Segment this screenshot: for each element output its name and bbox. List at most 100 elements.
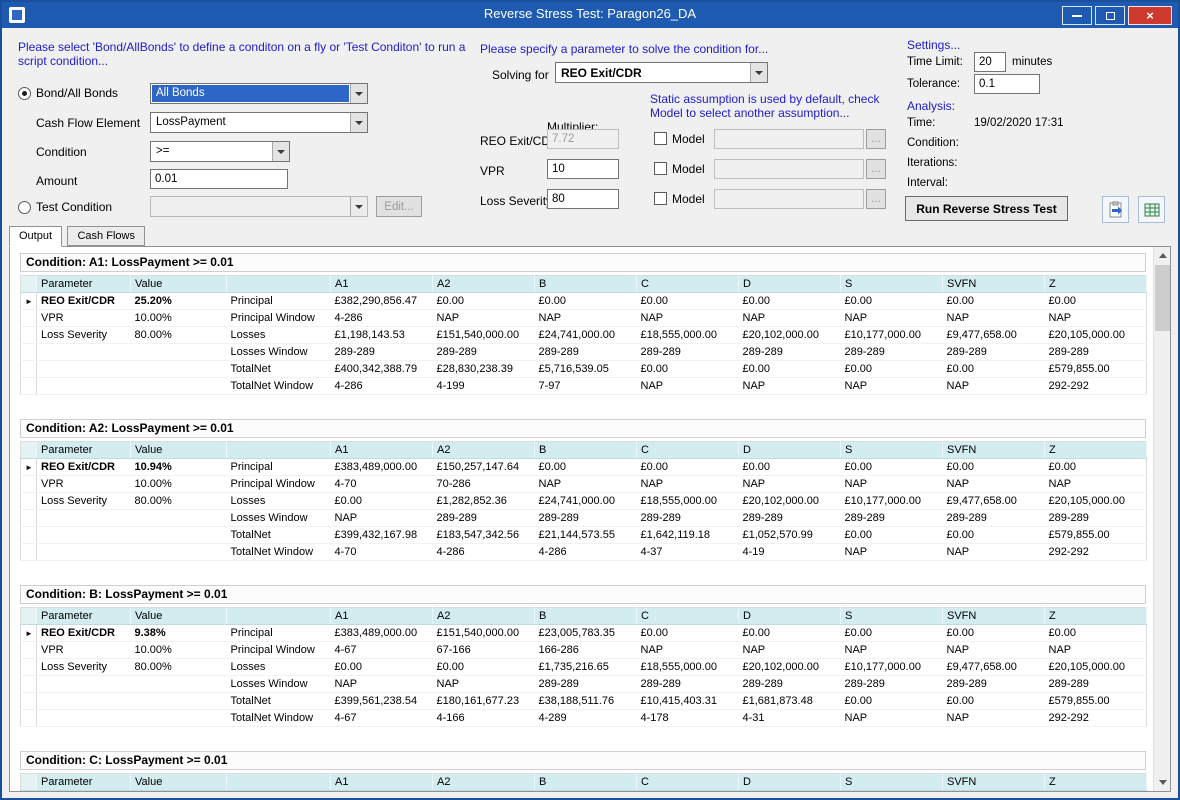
value-cell[interactable]: NAP <box>331 510 433 527</box>
row-selector[interactable] <box>21 693 37 710</box>
vpr-input[interactable] <box>547 159 619 179</box>
scrollbar-thumb[interactable] <box>1155 265 1170 331</box>
parameter-value-cell[interactable] <box>131 361 227 378</box>
parameter-name-cell[interactable] <box>37 510 131 527</box>
value-cell[interactable]: £0.00 <box>841 361 943 378</box>
value-cell[interactable]: 289-289 <box>331 344 433 361</box>
vertical-scrollbar[interactable] <box>1153 247 1170 791</box>
value-cell[interactable]: £383,489,000.00 <box>331 459 433 476</box>
value-cell[interactable]: 289-289 <box>943 676 1045 693</box>
row-selector[interactable] <box>21 361 37 378</box>
row-selector[interactable] <box>21 544 37 561</box>
column-header[interactable]: SVFN <box>943 276 1045 293</box>
parameter-value-cell[interactable] <box>131 527 227 544</box>
value-cell[interactable]: £399,432,167.98 <box>331 527 433 544</box>
row-selector[interactable]: ► <box>21 625 37 642</box>
column-header[interactable]: Value <box>131 442 227 459</box>
parameter-name-cell[interactable]: REO Exit/CDR <box>37 459 131 476</box>
value-cell[interactable]: £20,102,000.00 <box>739 659 841 676</box>
minimize-button[interactable] <box>1062 6 1092 25</box>
table-row[interactable]: VPR10.00%Principal Window4-6767-166166-2… <box>21 642 1147 659</box>
value-cell[interactable]: £9,477,658.00 <box>943 327 1045 344</box>
parameter-value-cell[interactable]: 80.00% <box>131 659 227 676</box>
settings-link[interactable]: Settings... <box>907 38 960 52</box>
table-row[interactable]: TotalNet Window4-704-2864-2864-374-19NAP… <box>21 544 1147 561</box>
parameter-value-cell[interactable] <box>131 693 227 710</box>
value-cell[interactable]: NAP <box>739 378 841 395</box>
value-cell[interactable]: £21,144,573.55 <box>535 527 637 544</box>
value-cell[interactable]: NAP <box>1045 476 1147 493</box>
value-cell[interactable]: £0.00 <box>841 625 943 642</box>
parameter-value-cell[interactable]: 9.38% <box>131 625 227 642</box>
column-header[interactable]: D <box>739 774 841 791</box>
analysis-link[interactable]: Analysis: <box>907 99 955 113</box>
value-cell[interactable]: £0.00 <box>739 459 841 476</box>
value-cell[interactable]: 67-166 <box>433 642 535 659</box>
cash-flow-element-combobox[interactable]: LossPayment <box>150 112 368 133</box>
amount-input[interactable] <box>150 169 288 189</box>
row-label-cell[interactable]: Principal Window <box>227 476 331 493</box>
value-cell[interactable]: NAP <box>943 544 1045 561</box>
value-cell[interactable]: £0.00 <box>637 293 739 310</box>
vpr-model-checkbox[interactable] <box>654 162 667 175</box>
row-label-cell[interactable]: TotalNet <box>227 693 331 710</box>
value-cell[interactable]: NAP <box>433 310 535 327</box>
row-selector[interactable] <box>21 378 37 395</box>
value-cell[interactable]: 4-19 <box>739 544 841 561</box>
value-cell[interactable]: NAP <box>943 642 1045 659</box>
value-cell[interactable]: £28,830,238.39 <box>433 361 535 378</box>
value-cell[interactable]: £0.00 <box>637 625 739 642</box>
value-cell[interactable]: £151,540,000.00 <box>433 625 535 642</box>
column-header[interactable]: A1 <box>331 774 433 791</box>
value-cell[interactable]: 4-67 <box>331 642 433 659</box>
value-cell[interactable]: £5,716,539.05 <box>535 361 637 378</box>
test-condition-combobox[interactable] <box>150 196 368 217</box>
column-header[interactable] <box>227 276 331 293</box>
column-header[interactable]: S <box>841 276 943 293</box>
value-cell[interactable]: £0.00 <box>1045 625 1147 642</box>
value-cell[interactable]: £38,188,511.76 <box>535 693 637 710</box>
value-cell[interactable]: £20,102,000.00 <box>739 327 841 344</box>
column-header[interactable]: C <box>637 442 739 459</box>
value-cell[interactable]: 292-292 <box>1045 710 1147 727</box>
row-label-cell[interactable]: Losses <box>227 493 331 510</box>
value-cell[interactable]: £23,005,783.35 <box>535 625 637 642</box>
table-row[interactable]: Loss Severity80.00%Losses£0.00£1,282,852… <box>21 493 1147 510</box>
value-cell[interactable]: NAP <box>637 378 739 395</box>
column-header[interactable]: A1 <box>331 608 433 625</box>
value-cell[interactable]: £383,489,000.00 <box>331 625 433 642</box>
value-cell[interactable]: £0.00 <box>943 293 1045 310</box>
value-cell[interactable]: £0.00 <box>637 459 739 476</box>
condition-operator-combobox[interactable]: >= <box>150 141 290 162</box>
column-header[interactable]: A1 <box>331 442 433 459</box>
parameter-value-cell[interactable]: 10.00% <box>131 310 227 327</box>
table-row[interactable]: VPR10.00%Principal Window4-286NAPNAPNAPN… <box>21 310 1147 327</box>
value-cell[interactable]: £9,477,658.00 <box>943 659 1045 676</box>
table-row[interactable]: Loss Severity80.00%Losses£0.00£0.00£1,73… <box>21 659 1147 676</box>
parameter-name-cell[interactable] <box>37 527 131 544</box>
parameter-name-cell[interactable]: VPR <box>37 476 131 493</box>
column-header[interactable] <box>227 608 331 625</box>
copy-results-button[interactable] <box>1102 196 1129 223</box>
row-label-cell[interactable]: Principal <box>227 459 331 476</box>
value-cell[interactable]: £0.00 <box>1045 459 1147 476</box>
table-row[interactable]: TotalNet Window4-674-1664-2894-1784-31NA… <box>21 710 1147 727</box>
value-cell[interactable]: 289-289 <box>943 344 1045 361</box>
scroll-down-arrow-icon[interactable] <box>1154 774 1171 791</box>
value-cell[interactable]: 4-199 <box>433 378 535 395</box>
row-label-cell[interactable]: TotalNet Window <box>227 378 331 395</box>
bond-all-bonds-radio[interactable] <box>18 87 31 100</box>
value-cell[interactable]: £0.00 <box>943 527 1045 544</box>
value-cell[interactable]: £183,547,342.56 <box>433 527 535 544</box>
value-cell[interactable]: £0.00 <box>331 493 433 510</box>
row-label-cell[interactable]: Losses Window <box>227 344 331 361</box>
value-cell[interactable]: 7-97 <box>535 378 637 395</box>
value-cell[interactable]: NAP <box>943 310 1045 327</box>
loss-severity-input[interactable] <box>547 189 619 209</box>
parameter-name-cell[interactable]: VPR <box>37 642 131 659</box>
value-cell[interactable]: £0.00 <box>1045 293 1147 310</box>
column-header[interactable]: A1 <box>331 276 433 293</box>
parameter-value-cell[interactable] <box>131 510 227 527</box>
value-cell[interactable]: £0.00 <box>943 361 1045 378</box>
value-cell[interactable]: £400,342,388.79 <box>331 361 433 378</box>
